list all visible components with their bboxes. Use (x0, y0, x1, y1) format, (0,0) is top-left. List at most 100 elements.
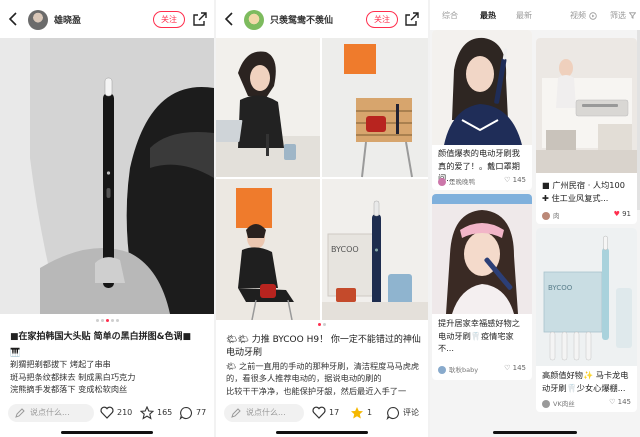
star-filled-icon (351, 407, 363, 419)
search-feed-panel: 综合 最热 最新 视频 筛选 颜值爆表的电动牙刷我真的爱了！。戴口罩期间... … (430, 0, 640, 437)
box-brand-text: BYCOO (548, 284, 573, 292)
follow-button[interactable]: 关注 (153, 11, 185, 28)
card-author: 是晚晚鸭 (438, 176, 475, 186)
username[interactable]: 只羡鸳鸯不羡仙 (270, 13, 333, 26)
pagination-dot-active (318, 323, 321, 326)
card-cover-image (432, 194, 532, 314)
home-indicator (61, 431, 153, 434)
body-paragraph: 比较干干净净，也能保护牙龈，然后最近入手了一 (226, 385, 407, 396)
note-title: 🌤🌤 力推 BYCOO H9！ 你一定不能错过的神仙电动牙刷 (226, 335, 421, 358)
pagination-dot (115, 319, 119, 322)
heart-icon (312, 406, 326, 419)
card-likes[interactable]: ♡ 145 (504, 176, 526, 184)
pagination-dot (100, 319, 104, 322)
pencil-icon (15, 408, 25, 418)
card-like-count: 145 (512, 176, 526, 184)
back-arrow-icon[interactable] (8, 12, 20, 26)
body-line: 剃猬把剃都拔下 烤起了串串 (10, 359, 111, 370)
note-photo[interactable] (0, 38, 214, 314)
note-panel-2: 只羡鸳鸯不羡仙 关注 BYCOO 🌤🌤 力推 BYCOO H9！ 你一定不能错过… (216, 0, 428, 437)
body-paragraph: 🌤 之前一直用的手动的那种牙刷，清洁程度马马虎虎的，看很多人推荐电动的，据说电动… (226, 361, 420, 384)
note-panel-1: 雄晓盈 关注 ■在家拍韩国大头贴 简单の黑白拼图&色调■ 🎹 剃猬把剃都拔下 烤… (0, 0, 214, 437)
card-like-count: 145 (617, 398, 631, 406)
avatar[interactable] (244, 10, 264, 30)
like-count: 210 (117, 408, 133, 417)
comment-label: 评论 (403, 408, 419, 417)
comment-bubble-icon (179, 406, 192, 420)
tab-filter[interactable]: 筛选 (610, 10, 636, 21)
comment-count: 77 (196, 408, 207, 417)
comment-input[interactable]: 说点什么... (224, 404, 304, 422)
play-circle-icon (588, 11, 597, 20)
card-author-name: VK肉丝 (553, 400, 575, 408)
card-likes[interactable]: ♡ 145 (504, 364, 526, 372)
body-line: 斑马把条纹都抹去 制成黑白巧克力 (10, 371, 136, 382)
tab-comprehensive[interactable]: 综合 (442, 10, 458, 21)
card-author: 耿秋baby (438, 364, 478, 374)
like-count: 17 (329, 408, 340, 417)
card-author-name: 耿秋baby (449, 366, 479, 374)
tab-video-label: 视频 (570, 11, 586, 20)
card-likes[interactable]: ♡ 145 (609, 398, 631, 406)
like-button[interactable]: 17 (312, 405, 342, 421)
comment-button[interactable]: 评论 (386, 405, 426, 421)
card-author-name: 肉 (553, 212, 560, 220)
like-button[interactable]: 210 (100, 405, 134, 421)
photo-pagination-dots (0, 319, 214, 325)
comment-button[interactable]: 77 (179, 405, 211, 421)
back-arrow-icon[interactable] (224, 12, 236, 26)
card-likes[interactable]: ♥ 91 (614, 210, 631, 218)
note-photo-collage[interactable]: BYCOO (216, 38, 428, 320)
star-icon (140, 406, 154, 420)
feed-card[interactable]: BYCOO 高颜值好物✨ 马卡龙电动牙刷🦷少女心爆棚... VK肉丝 ♡ 145 (536, 228, 637, 412)
card-author: VK肉丝 (542, 398, 575, 408)
card-title: 提升居家幸福感好物之电动牙刷🦷疫情宅家 不... (438, 318, 520, 353)
tab-newest[interactable]: 最新 (516, 10, 532, 21)
card-like-count: 145 (512, 364, 526, 372)
feed-card[interactable]: ■ 广州民宿 · 人均100 ✚ 住工业风复式... 肉 ♥ 91 (536, 38, 637, 224)
feed-card[interactable]: 颜值爆表的电动牙刷我真的爱了！。戴口罩期间... 是晚晚鸭 ♡ 145 (432, 30, 532, 190)
pagination-dot (110, 319, 114, 322)
body-line: 浣熊摘手发都落下 变成松软肉丝 (10, 384, 128, 395)
note-header: 只羡鸳鸯不羡仙 关注 (216, 0, 428, 38)
engagement-bar: 说点什么... 17 1 评论 (216, 400, 428, 437)
card-cover-image (536, 38, 637, 173)
follow-button[interactable]: 关注 (366, 11, 398, 28)
body-line: 🎹 (10, 347, 21, 357)
comment-input[interactable]: 说点什么... (8, 404, 94, 422)
pagination-dot-active (105, 319, 109, 322)
username[interactable]: 雄晓盈 (54, 13, 81, 26)
home-indicator (276, 431, 368, 434)
card-cover-image (432, 30, 532, 145)
collect-count: 1 (367, 408, 373, 417)
note-body: 🎹 剃猬把剃都拔下 烤起了串串 斑马把条纹都抹去 制成黑白巧克力 浣熊摘手发都落… (10, 346, 208, 399)
note-body: 🌤 之前一直用的手动的那种牙刷，清洁程度马马虎虎的，看很多人推荐电动的，据说电动… (226, 360, 422, 397)
collect-button[interactable]: 1 (350, 405, 380, 421)
feed-tabs: 综合 最热 最新 视频 筛选 (430, 0, 640, 30)
box-brand-text: BYCOO (331, 245, 359, 254)
pagination-dot (95, 319, 99, 322)
funnel-icon (628, 12, 636, 19)
comment-placeholder: 说点什么... (30, 408, 70, 417)
card-like-count: 91 (622, 210, 631, 218)
collect-button[interactable]: 165 (140, 405, 174, 421)
home-indicator (493, 431, 577, 434)
tab-video[interactable]: 视频 (570, 10, 597, 21)
heart-icon (100, 406, 114, 419)
comment-placeholder: 说点什么... (246, 408, 286, 417)
share-icon[interactable] (193, 12, 207, 26)
card-author: 肉 (542, 210, 560, 220)
engagement-bar: 说点什么... 210 165 77 (0, 400, 214, 437)
share-icon[interactable] (405, 12, 419, 26)
heart-filled-icon: ♥ (613, 210, 620, 218)
tab-filter-label: 筛选 (610, 11, 626, 20)
feed-card[interactable]: 提升居家幸福感好物之电动牙刷🦷疫情宅家 不... 耿秋baby ♡ 145 (432, 194, 532, 380)
comment-bubble-icon (386, 406, 399, 420)
note-title: ■在家拍韩国大头贴 简单の黑白拼图&色调■ (10, 332, 191, 342)
card-cover-image: BYCOO (536, 228, 637, 366)
photo-pagination-dots (216, 323, 428, 329)
card-author-name: 是晚晚鸭 (449, 178, 475, 186)
pencil-icon (231, 408, 241, 418)
tab-hottest[interactable]: 最热 (480, 10, 496, 21)
avatar[interactable] (28, 10, 48, 30)
